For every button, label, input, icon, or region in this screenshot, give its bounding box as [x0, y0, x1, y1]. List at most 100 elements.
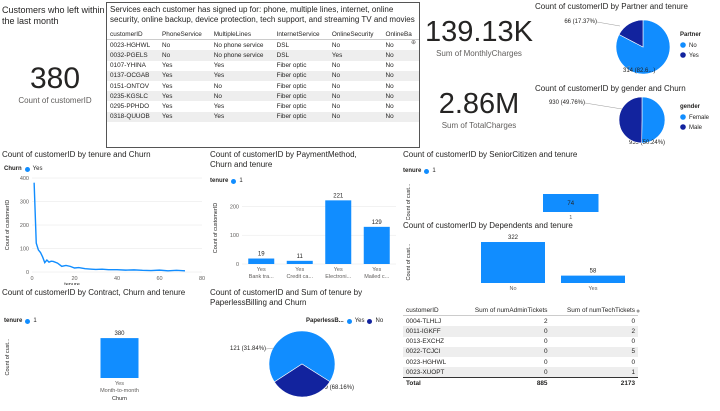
paperless-pie-visual[interactable]: Count of customerID and Sum of tenure by… [210, 288, 402, 410]
partner-pie-visual[interactable]: Count of customerID by Partner and tenur… [535, 2, 720, 80]
table-cell: No phone service [210, 50, 274, 61]
payment-bar-visual[interactable]: Count of customerID by PaymentMethod, Ch… [210, 150, 402, 285]
more-options-icon[interactable]: ⊕ [411, 39, 416, 46]
table-row[interactable]: 0032-PGELS No No phone service DSL Yes No [107, 50, 419, 61]
kpi-count-value: 380 [29, 62, 81, 95]
table-row[interactable]: 0023-HGHWL 0 0 [403, 357, 638, 367]
table-cell: DSL [276, 41, 290, 49]
table-row[interactable]: 0004-TLHLJ 2 0 [403, 316, 638, 327]
table-row[interactable]: 0022-TCJCI 0 5 [403, 346, 638, 357]
table-row[interactable]: 0023-HGHWL No No phone service DSL No No [107, 40, 419, 51]
senior-bar-visual[interactable]: Count of customerID by SeniorCitizen and… [403, 150, 720, 220]
legend-title: tenure [210, 178, 229, 184]
tickets-col-header[interactable]: customerID [403, 305, 458, 317]
table-row[interactable]: 0011-IGKFF 0 2 [403, 326, 638, 337]
table-cell: 2 [550, 326, 638, 337]
table-cell: No [331, 62, 341, 70]
contract-bar-legend: tenure 1 [4, 318, 37, 324]
legend-title: tenure [4, 318, 23, 324]
tickets-col-header[interactable]: Sum of numTechTickets [550, 305, 638, 317]
y-axis-title: Count of customerID [213, 203, 219, 253]
table-cell: 0235-KGSLC [107, 91, 160, 102]
table-cell: Fiber optic [276, 82, 307, 90]
table-row[interactable]: 0137-OCGAB Yes Yes Fiber optic No No [107, 70, 419, 81]
table-row[interactable]: 0318-QUUOB Yes Yes Fiber optic No No [107, 111, 419, 122]
legend-title: Churn [4, 166, 22, 172]
table-row[interactable]: 0107-YHINA Yes Yes Fiber optic No No [107, 61, 419, 71]
tickets-col-header[interactable]: Sum of numAdminTickets [457, 305, 551, 317]
table-cell: No [328, 91, 383, 102]
gender-pie-visual[interactable]: Count of customerID by gender and Churn … [535, 84, 720, 150]
x-category-label: No [509, 286, 516, 292]
paperless-pie-title: Count of customerID and Sum of tenure by… [210, 288, 363, 307]
legend-label: 1 [33, 318, 37, 324]
legend-label: 1 [432, 168, 436, 174]
table-cell: Yes [213, 102, 225, 110]
table-cell: 0022-TCJCI [403, 346, 458, 357]
table-row[interactable]: 0151-ONTOV Yes No Fiber optic No No [107, 81, 419, 91]
services-col-header[interactable]: PhoneService [159, 29, 211, 41]
contract-bar-visual[interactable]: Count of customerID by Contract, Churn a… [2, 288, 207, 410]
services-col-header[interactable]: MultipleLines [210, 29, 274, 41]
services-col-header[interactable]: OnlineSecurity [328, 29, 383, 41]
table-row[interactable]: 0023-XUOPT 0 1 [403, 367, 638, 378]
legend-dot-no [367, 318, 373, 324]
contract-bar-title: Count of customerID by Contract, Churn a… [2, 288, 186, 297]
table-cell: Fiber optic [273, 91, 329, 102]
kpi-count-card: 380 Count of customerID [0, 62, 110, 105]
x-category-label: Mailed c... [364, 274, 390, 280]
tickets-table-visual[interactable]: customerID Sum of numAdminTickets Sum of n… [403, 305, 638, 409]
bar-data-label: 58 [590, 269, 597, 275]
series-line-yes[interactable] [33, 182, 186, 272]
table-row[interactable]: 0013-EXCHZ 0 0 [403, 337, 638, 347]
kpi-total-value: 2.86M [438, 88, 520, 120]
pie-slice[interactable] [641, 96, 666, 144]
table-cell: 0 [631, 317, 635, 325]
bar[interactable] [286, 260, 313, 264]
pie-data-label: 930 (49.76%) [549, 100, 585, 106]
table-cell: Yes [159, 111, 211, 122]
table-cell: 0 [457, 346, 551, 357]
table-cell: Yes [159, 91, 211, 102]
table-cell: No [210, 91, 274, 102]
table-row[interactable]: 0235-KGSLC Yes No Fiber optic No No [107, 91, 419, 102]
table-cell: 0011-IGKFF [403, 326, 458, 337]
legend-dot [680, 42, 686, 48]
x-category-label: Credit ca... [286, 274, 313, 280]
y-tick-label: 0 [26, 270, 29, 276]
table-cell: 0013-EXCHZ [406, 338, 445, 346]
y-axis-title: Count of cust... [406, 183, 412, 220]
table-cell: No [328, 111, 383, 122]
senior-bar-svg: 74 1 Count of cust... [406, 183, 599, 220]
partner-pie-svg: 314 (82.6...) 66 (17.37%) Partner No Yes [564, 19, 702, 75]
kpi-count-label: Count of customerID [18, 96, 92, 105]
table-cell: DSL [273, 50, 329, 61]
kpi-total-card: 2.86M Sum of TotalCharges [420, 88, 538, 130]
bar[interactable] [100, 338, 139, 378]
bar[interactable] [363, 226, 390, 264]
services-col-header[interactable]: customerID [107, 29, 160, 41]
tenure-line-visual[interactable]: Count of customerID by tenure and Churn … [2, 150, 207, 285]
table-cell: 0 [457, 367, 551, 378]
legend-title: tenure [403, 168, 422, 174]
tenure-line-svg: 01002003004000 20 40 60 80tenureCount of cus… [5, 176, 205, 285]
services-col-header[interactable]: InternetService [273, 29, 329, 41]
bar[interactable] [248, 258, 275, 264]
payment-bar-legend: tenure 1 [210, 178, 243, 184]
dependents-bar-visual[interactable]: Count of customerID by Dependents and te… [403, 221, 720, 303]
bar[interactable] [481, 242, 545, 283]
legend-label: Yes [689, 53, 699, 59]
filter-icon[interactable]: ● [636, 308, 640, 315]
pie-slice[interactable] [618, 96, 643, 144]
table-cell: 5 [550, 346, 638, 357]
table-row[interactable]: 0295-PPHDO Yes Yes Fiber optic No No [107, 101, 419, 111]
x-category-label: Yes [257, 267, 266, 273]
bar[interactable] [325, 200, 352, 264]
table-cell: No [159, 50, 211, 61]
bar[interactable] [561, 275, 625, 283]
services-table-visual[interactable]: Services each customer has signed up for… [106, 2, 420, 148]
bar-data-label: 221 [333, 193, 344, 199]
legend-dot [680, 52, 686, 58]
y-tick-label: 100 [20, 247, 29, 253]
table-cell: Yes [162, 82, 173, 90]
